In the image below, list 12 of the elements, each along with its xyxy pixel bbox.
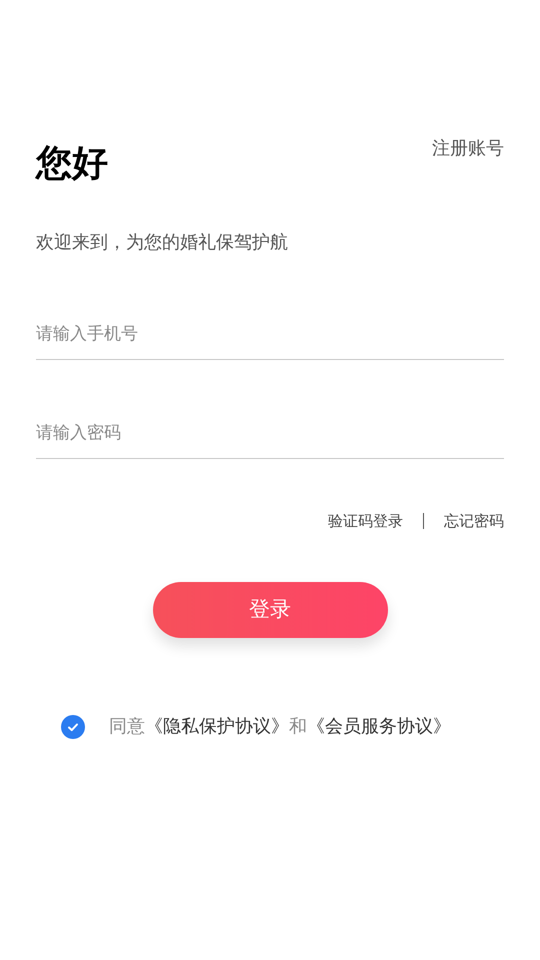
agree-text: 同意 [109, 715, 145, 739]
welcome-text: 欢迎来到，为您的婚礼保驾护航 [36, 234, 289, 252]
input-field[interactable]: 请输入手机号 [36, 308, 504, 360]
text-link[interactable]: 忘记密码 [444, 514, 504, 528]
and-text: 和 [289, 715, 307, 739]
register-link[interactable]: 注册账号 [432, 140, 504, 158]
input-field[interactable]: 请输入密码 [36, 407, 504, 459]
privacy-agreement-link[interactable]: 《隐私保护协议》 [145, 713, 289, 740]
greeting-title: 您好 [36, 146, 108, 182]
text-link[interactable]: 验证码登录 [328, 514, 403, 528]
member-agreement-link[interactable]: 《会员服务协议》 [307, 713, 451, 740]
agree-checkbox[interactable] [61, 714, 85, 738]
